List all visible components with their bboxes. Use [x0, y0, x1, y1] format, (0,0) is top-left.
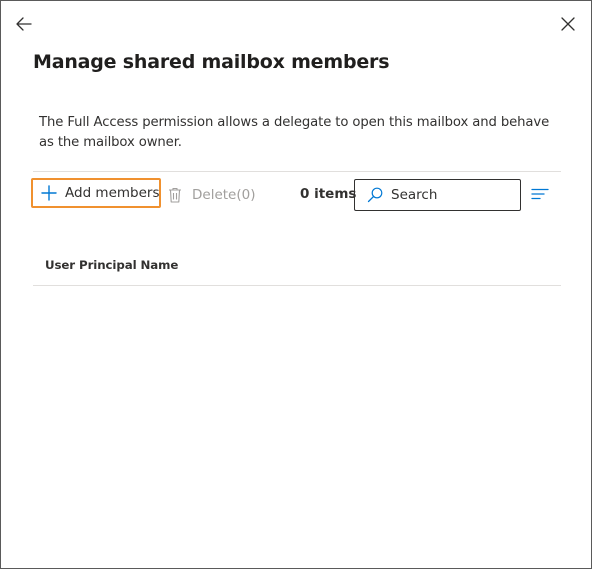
add-members-label: Add members	[65, 185, 160, 201]
search-box[interactable]	[354, 179, 521, 211]
panel-title: Manage shared mailbox members	[33, 51, 390, 73]
trash-icon	[168, 187, 182, 203]
plus-icon	[41, 185, 57, 201]
search-input[interactable]	[391, 187, 511, 203]
search-icon	[367, 187, 383, 203]
arrow-left-icon	[16, 17, 32, 31]
column-header-user-principal-name[interactable]: User Principal Name	[45, 258, 178, 272]
close-button[interactable]	[556, 12, 580, 36]
manage-members-panel: Manage shared mailbox members The Full A…	[0, 0, 592, 569]
item-count: 0 items	[300, 186, 357, 202]
close-icon	[561, 17, 575, 31]
add-members-button[interactable]: Add members	[31, 178, 161, 208]
filter-lines-icon	[531, 188, 549, 200]
permission-description: The Full Access permission allows a dele…	[39, 115, 550, 150]
back-button[interactable]	[12, 12, 36, 36]
delete-button[interactable]: Delete(0)	[168, 185, 255, 205]
toolbar-divider	[33, 171, 561, 172]
filter-button[interactable]	[531, 186, 549, 202]
delete-label: Delete(0)	[192, 187, 256, 203]
table-header-divider	[33, 285, 561, 286]
